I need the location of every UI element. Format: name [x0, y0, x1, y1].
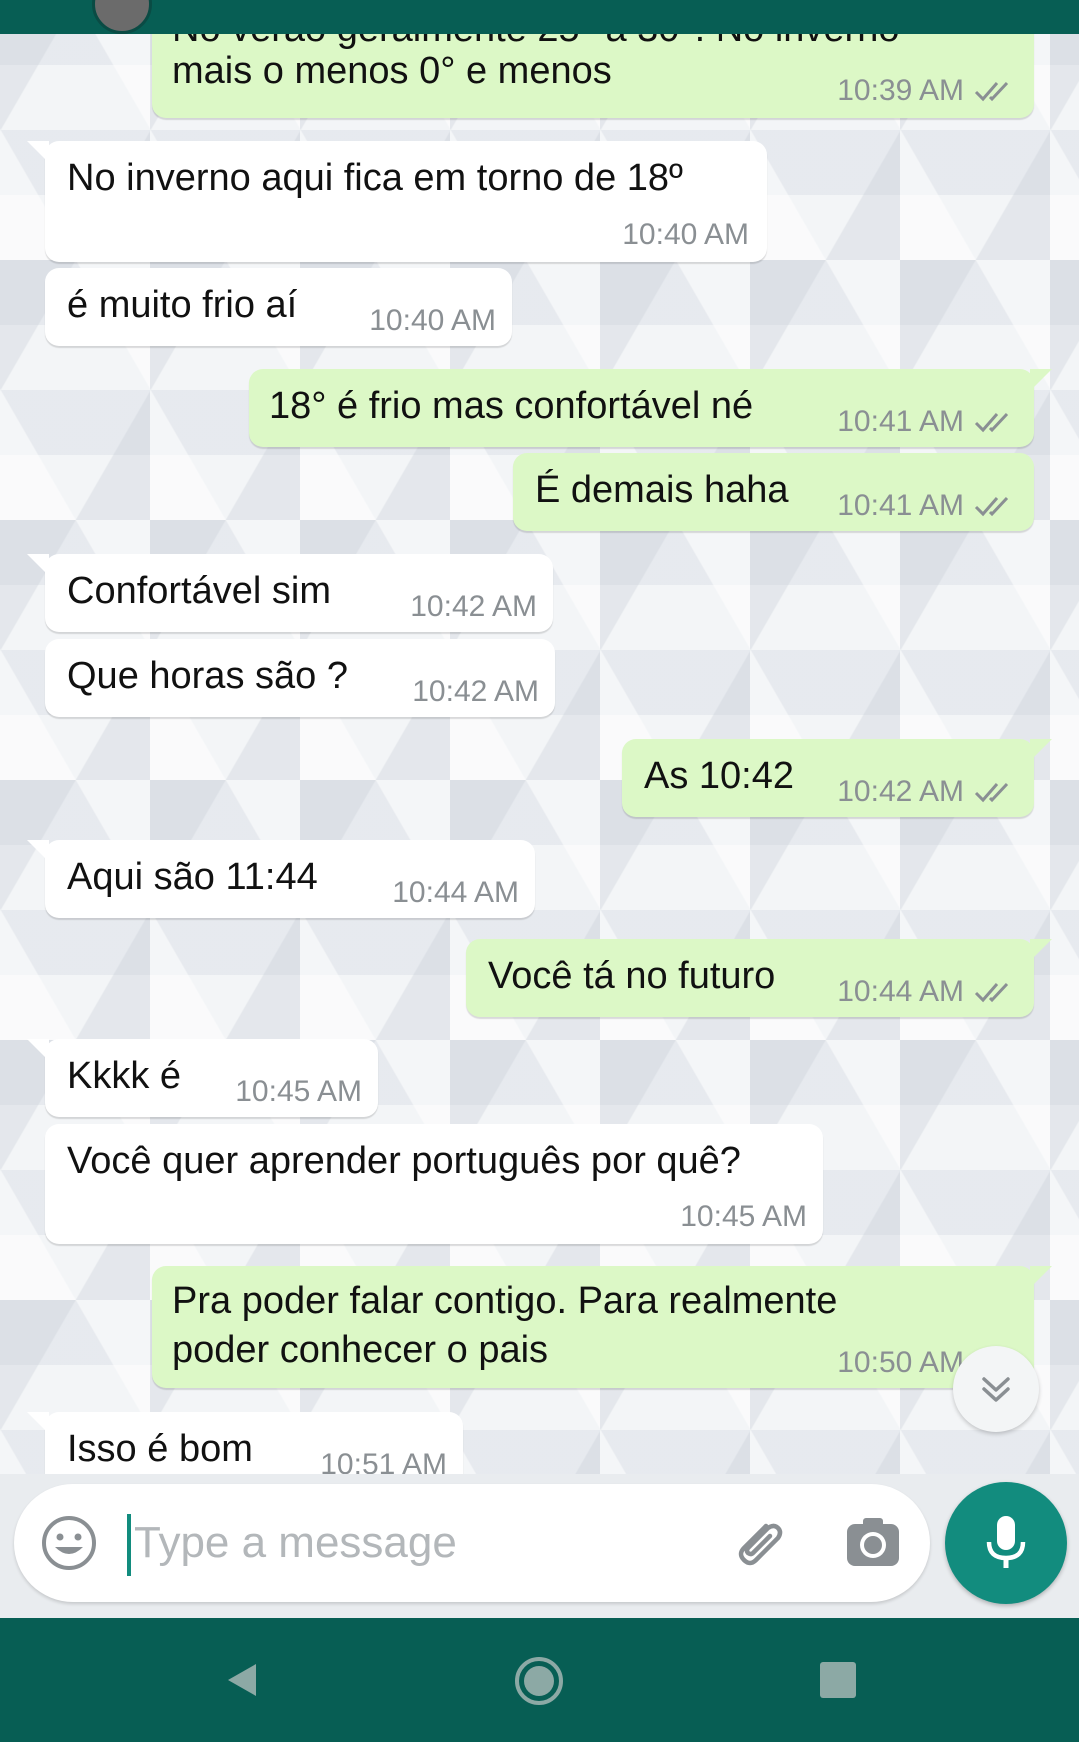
- bubble-tail: [27, 1412, 49, 1434]
- message-time: 10:45 AM: [235, 1075, 362, 1108]
- message-time: 10:39 AM: [837, 74, 964, 107]
- smiley-face-icon[interactable]: [40, 1514, 98, 1572]
- message-bubble-outgoing[interactable]: As 10:42 10:42 AM: [622, 739, 1052, 817]
- bubble-tail: [1030, 1266, 1052, 1288]
- message-bubble-incoming[interactable]: Confortável sim 10:42 AM: [27, 554, 553, 632]
- message-bubble-incoming[interactable]: Kkkk é 10:45 AM: [27, 1039, 378, 1117]
- message-meta: 10:42 AM: [412, 675, 539, 709]
- message-time: 10:41 AM: [837, 405, 964, 438]
- message-bubble-incoming[interactable]: Você quer aprender português por quê? 10…: [45, 1124, 823, 1244]
- double-check-icon: [974, 81, 1009, 102]
- recents-square-icon[interactable]: [820, 1662, 856, 1698]
- microphone-icon: [986, 1516, 1026, 1568]
- app-header: [0, 0, 1079, 34]
- bubble-tail: [1030, 369, 1052, 391]
- double-chevron-down-icon: [982, 1377, 1010, 1402]
- bubble-tail: [1030, 739, 1052, 761]
- double-check-icon: [974, 412, 1009, 433]
- message-meta: 10:39 AM: [837, 74, 1016, 108]
- message-time: 10:50 AM: [837, 1346, 964, 1379]
- message-bubble-incoming[interactable]: No inverno aqui fica em torno de 18º 10:…: [27, 141, 767, 262]
- bubble-tail: [27, 141, 49, 163]
- double-check-icon: [974, 982, 1009, 1003]
- message-time: 10:40 AM: [622, 218, 749, 251]
- message-bubble-outgoing[interactable]: 18° é frio mas confortável né 10:41 AM: [249, 369, 1052, 447]
- message-text-line: Isso é bom: [67, 1428, 253, 1470]
- message-bubble-outgoing[interactable]: Pra poder falar contigo. Para realmente …: [152, 1266, 1052, 1388]
- avatar[interactable]: [92, 0, 152, 34]
- double-check-icon: [974, 782, 1009, 803]
- message-text-line: 18° é frio mas confortável né: [269, 385, 754, 427]
- message-time: 10:41 AM: [837, 489, 964, 522]
- bubble-tail: [1030, 939, 1052, 961]
- message-meta: 10:41 AM: [837, 489, 1016, 523]
- message-meta: 10:41 AM: [837, 405, 1016, 439]
- message-text-line: poder conhecer o pais: [172, 1329, 549, 1371]
- message-time: 10:42 AM: [412, 675, 539, 708]
- voice-message-button[interactable]: [945, 1482, 1067, 1604]
- chat-wallpaper: No verão geralmente 25° a 30°. No invern…: [0, 0, 1079, 1615]
- message-text-line: Você tá no futuro: [488, 955, 776, 997]
- paperclip-icon[interactable]: [726, 1512, 788, 1574]
- message-bubble-incoming[interactable]: é muito frio aí 10:40 AM: [45, 268, 512, 346]
- message-text-line: No inverno aqui fica em torno de 18º: [67, 157, 683, 199]
- message-text-line: As 10:42: [644, 755, 794, 797]
- message-time: 10:44 AM: [392, 876, 519, 909]
- message-composer: [14, 1484, 930, 1602]
- message-time: 10:40 AM: [369, 304, 496, 337]
- bubble-tail: [27, 554, 49, 576]
- bubble-tail: [27, 840, 49, 862]
- message-meta: 10:45 AM: [680, 1200, 807, 1234]
- message-text-line: Aqui são 11:44: [67, 856, 318, 898]
- message-meta: 10:44 AM: [392, 876, 519, 910]
- message-time: 10:42 AM: [837, 775, 964, 808]
- message-text-line: Você quer aprender português por quê?: [67, 1140, 741, 1182]
- message-bubble-outgoing[interactable]: É demais haha 10:41 AM: [513, 453, 1034, 531]
- message-meta: 10:42 AM: [410, 590, 537, 624]
- message-bubble-outgoing[interactable]: Você tá no futuro 10:44 AM: [466, 939, 1052, 1017]
- message-text-line: Pra poder falar contigo. Para realmente: [172, 1280, 838, 1322]
- text-cursor: [127, 1514, 131, 1576]
- message-text-line: Que horas são ?: [67, 655, 348, 697]
- back-triangle-icon[interactable]: [222, 1660, 262, 1700]
- message-text-line: mais o menos 0° e menos: [172, 50, 612, 92]
- message-input[interactable]: [134, 1506, 694, 1580]
- message-time: 10:42 AM: [410, 590, 537, 623]
- message-text-line: Confortável sim: [67, 570, 331, 612]
- message-time: 10:45 AM: [680, 1200, 807, 1233]
- message-meta: 10:45 AM: [235, 1075, 362, 1109]
- message-text-line: É demais haha: [535, 469, 789, 511]
- double-check-icon: [974, 496, 1009, 517]
- message-text-line: Kkkk é: [67, 1055, 182, 1097]
- message-text-line: é muito frio aí: [67, 284, 298, 326]
- message-meta: 10:40 AM: [622, 218, 749, 252]
- message-meta: 10:44 AM: [837, 975, 1016, 1009]
- scroll-to-bottom-button[interactable]: [953, 1346, 1039, 1432]
- message-time: 10:44 AM: [837, 975, 964, 1008]
- message-bubble-incoming[interactable]: Que horas são ? 10:42 AM: [45, 639, 555, 717]
- bubble-tail: [27, 1039, 49, 1061]
- message-meta: 10:40 AM: [369, 304, 496, 338]
- home-circle-icon[interactable]: [514, 1656, 564, 1706]
- message-bubble-incoming[interactable]: Aqui são 11:44 10:44 AM: [27, 840, 535, 918]
- camera-icon[interactable]: [844, 1514, 902, 1570]
- message-meta: 10:42 AM: [837, 775, 1016, 809]
